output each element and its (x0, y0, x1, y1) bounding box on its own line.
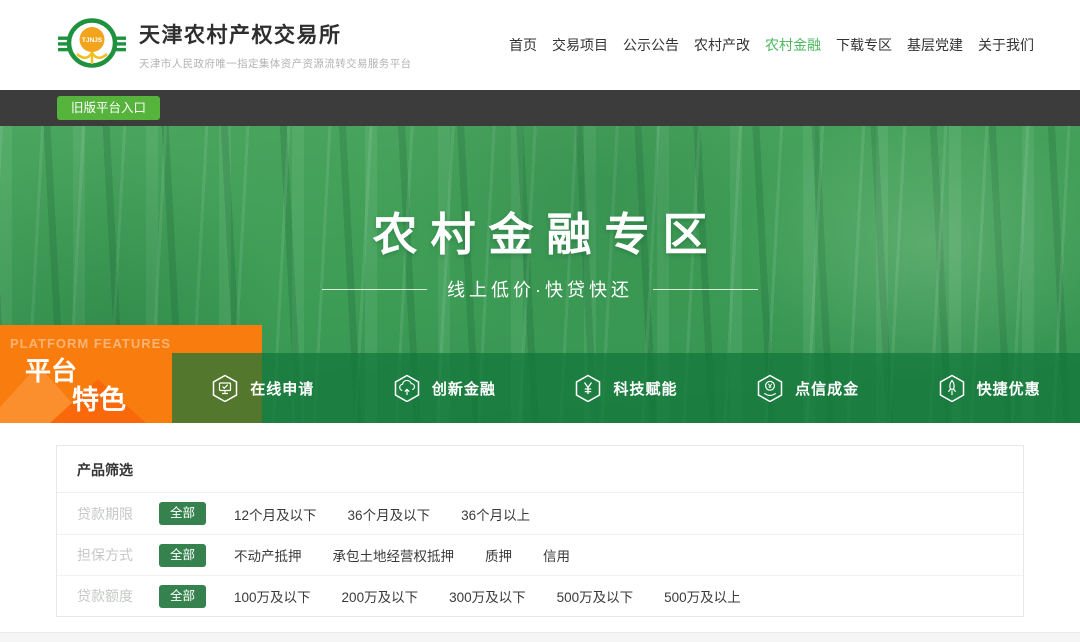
filter-option[interactable]: 300万及以下 (449, 586, 526, 606)
hero-title: 农村金融专区 (0, 198, 1080, 263)
page: TJNJS 天津农村产权交易所 天津市人民政府唯一指定集体资产资源流转交易服务平… (0, 0, 1080, 642)
filter-option[interactable]: 200万及以下 (342, 586, 419, 606)
site-header: TJNJS 天津农村产权交易所 天津市人民政府唯一指定集体资产资源流转交易服务平… (0, 0, 1080, 90)
filter-option-all[interactable]: 全部 (159, 585, 206, 608)
hero-banner: 农村金融专区 线上低价·快贷快还 PLATFORM FEATURES 平台 特色… (0, 126, 1080, 423)
filter-option[interactable]: 承包土地经营权抵押 (333, 545, 455, 565)
feature-tabbar: 在线申请 创新金融 科技赋能 点信成金 快捷优惠 (172, 353, 1080, 423)
feature-tab-3[interactable]: 点信成金 (717, 353, 899, 423)
nav-item-0[interactable]: 首页 (509, 35, 537, 55)
filter-option[interactable]: 质押 (485, 545, 512, 565)
feature-tab-0[interactable]: 在线申请 (172, 353, 354, 423)
site-title: 天津农村产权交易所 (139, 19, 412, 49)
filter-card-title: 产品筛选 (57, 446, 1023, 493)
filter-row-1: 担保方式全部 不动产抵押 承包土地经营权抵押 质押 信用 (57, 534, 1023, 575)
feature-tab-2[interactable]: 科技赋能 (535, 353, 717, 423)
filter-option-all[interactable]: 全部 (159, 502, 206, 525)
filter-row-label: 贷款期限 (77, 504, 139, 524)
feature-tab-label: 快捷优惠 (977, 378, 1041, 399)
filter-option[interactable]: 12个月及以下 (234, 504, 317, 524)
filter-option[interactable]: 100万及以下 (234, 586, 311, 606)
coin-hand-icon (756, 374, 784, 402)
old-platform-button[interactable]: 旧版平台入口 (57, 96, 160, 121)
filter-row-0: 贷款期限全部 12个月及以下 36个月及以下 36个月以上 (57, 493, 1023, 534)
nav-item-5[interactable]: 下载专区 (836, 35, 892, 55)
nav-item-3[interactable]: 农村产改 (694, 35, 750, 55)
feature-tab-label: 在线申请 (250, 378, 314, 399)
filter-option[interactable]: 500万及以下 (557, 586, 634, 606)
product-filter-card: 产品筛选 贷款期限全部12个月及以下36个月及以下36个月以上担保方式全部不动产… (56, 445, 1024, 617)
feature-tab-1[interactable]: 创新金融 (354, 353, 536, 423)
main-nav: 首页交易项目公示公告农村产改农村金融下载专区基层党建关于我们 (509, 35, 1034, 55)
feature-tab-label: 点信成金 (795, 378, 859, 399)
filter-option[interactable]: 信用 (543, 545, 570, 565)
footer-strip (0, 632, 1080, 642)
monitor-check-icon (211, 374, 239, 402)
feature-tab-label: 科技赋能 (613, 378, 677, 399)
topbar: 旧版平台入口 (0, 90, 1080, 126)
platform-features-eyebrow: PLATFORM FEATURES (10, 336, 262, 351)
cloud-upload-icon (393, 374, 421, 402)
nav-item-2[interactable]: 公示公告 (623, 35, 679, 55)
filter-rows: 贷款期限全部12个月及以下36个月及以下36个月以上担保方式全部不动产抵押承包土… (57, 493, 1023, 616)
brand[interactable]: TJNJS 天津农村产权交易所 天津市人民政府唯一指定集体资产资源流转交易服务平… (58, 10, 412, 81)
hero-tagline: 线上低价·快贷快还 (0, 276, 1080, 302)
filter-option[interactable]: 500万及以上 (664, 586, 741, 606)
filter-option[interactable]: 不动产抵押 (234, 545, 302, 565)
filter-option[interactable]: 36个月以上 (461, 504, 530, 524)
brand-text: 天津农村产权交易所 天津市人民政府唯一指定集体资产资源流转交易服务平台 (139, 19, 412, 71)
filter-option-all[interactable]: 全部 (159, 544, 206, 567)
filter-row-label: 贷款额度 (77, 586, 139, 606)
nav-item-4[interactable]: 农村金融 (765, 35, 821, 55)
logo-text: TJNJS (82, 37, 103, 44)
rocket-icon (938, 374, 966, 402)
filter-row-2: 贷款额度全部 100万及以下 200万及以下 300万及以下 500万及以下 500万及以… (57, 575, 1023, 616)
yuan-icon (574, 374, 602, 402)
feature-tab-label: 创新金融 (432, 378, 496, 399)
nav-item-6[interactable]: 基层党建 (907, 35, 963, 55)
tagline-line-right (653, 289, 758, 290)
nav-item-1[interactable]: 交易项目 (552, 35, 608, 55)
feature-tab-4[interactable]: 快捷优惠 (898, 353, 1080, 423)
hero-tagline-text: 线上低价·快贷快还 (447, 276, 633, 302)
filter-row-label: 担保方式 (77, 545, 139, 565)
tagline-line-left (322, 289, 427, 290)
site-subtitle: 天津市人民政府唯一指定集体资产资源流转交易服务平台 (139, 56, 412, 71)
nav-item-7[interactable]: 关于我们 (978, 35, 1034, 55)
site-logo-icon: TJNJS (58, 10, 126, 81)
filter-option[interactable]: 36个月及以下 (348, 504, 431, 524)
